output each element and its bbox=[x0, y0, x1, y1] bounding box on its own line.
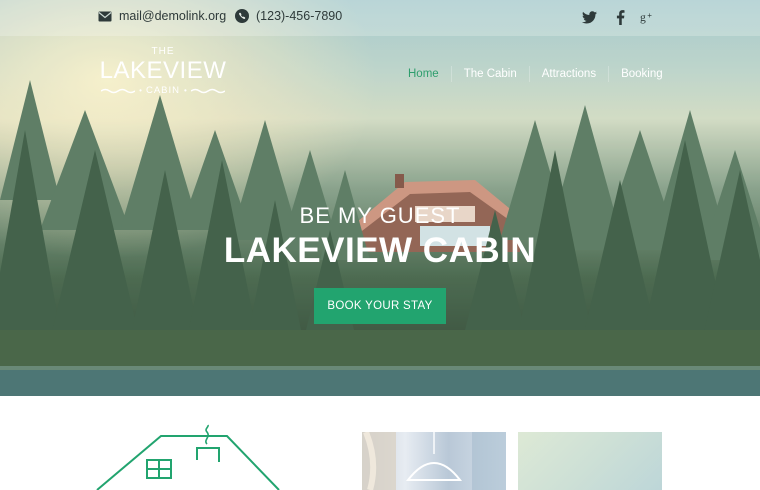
svg-text:+: + bbox=[647, 11, 652, 20]
nav-the-cabin[interactable]: The Cabin bbox=[450, 66, 529, 82]
google-plus-icon: g + bbox=[640, 11, 652, 24]
phone-icon bbox=[235, 9, 249, 23]
facebook-link[interactable] bbox=[612, 9, 628, 25]
envelope-icon bbox=[98, 11, 112, 21]
top-bar: mail@demolink.org (123)-456-7890 g + bbox=[0, 0, 760, 36]
facebook-icon bbox=[616, 9, 624, 25]
lamp-illustration bbox=[362, 432, 506, 490]
book-your-stay-button[interactable]: BOOK YOUR STAY bbox=[314, 288, 446, 324]
house-outline-icon bbox=[96, 424, 280, 490]
contact-phone[interactable]: (123)-456-7890 bbox=[235, 9, 342, 23]
logo-subtitle: • CABIN • bbox=[98, 85, 228, 96]
twitter-link[interactable] bbox=[581, 9, 597, 25]
contact-email[interactable]: mail@demolink.org bbox=[98, 9, 226, 23]
nav-home[interactable]: Home bbox=[400, 66, 451, 82]
main-nav: Home The Cabin Attractions Booking bbox=[400, 66, 675, 82]
svg-text:g: g bbox=[640, 11, 646, 24]
site-logo[interactable]: THE LAKEVIEW • CABIN • bbox=[98, 46, 228, 96]
email-text: mail@demolink.org bbox=[119, 9, 227, 23]
hero-section: mail@demolink.org (123)-456-7890 g + THE… bbox=[0, 0, 760, 396]
logo-name: LAKEVIEW bbox=[99, 57, 227, 84]
hero-title: LAKEVIEW CABIN bbox=[223, 231, 537, 270]
wave-left-icon bbox=[101, 88, 136, 93]
interior-photo[interactable] bbox=[362, 432, 506, 490]
landscape-photo[interactable] bbox=[518, 432, 662, 490]
google-plus-link[interactable]: g + bbox=[640, 9, 656, 25]
twitter-icon bbox=[581, 10, 597, 23]
nav-booking[interactable]: Booking bbox=[608, 66, 675, 82]
phone-text: (123)-456-7890 bbox=[256, 9, 343, 23]
hero-eyebrow: BE MY GUEST bbox=[299, 203, 461, 228]
logo-sub-text: CABIN bbox=[145, 85, 181, 96]
logo-prefix: THE bbox=[151, 46, 175, 57]
wave-right-icon bbox=[190, 88, 225, 93]
nav-attractions[interactable]: Attractions bbox=[528, 66, 608, 82]
